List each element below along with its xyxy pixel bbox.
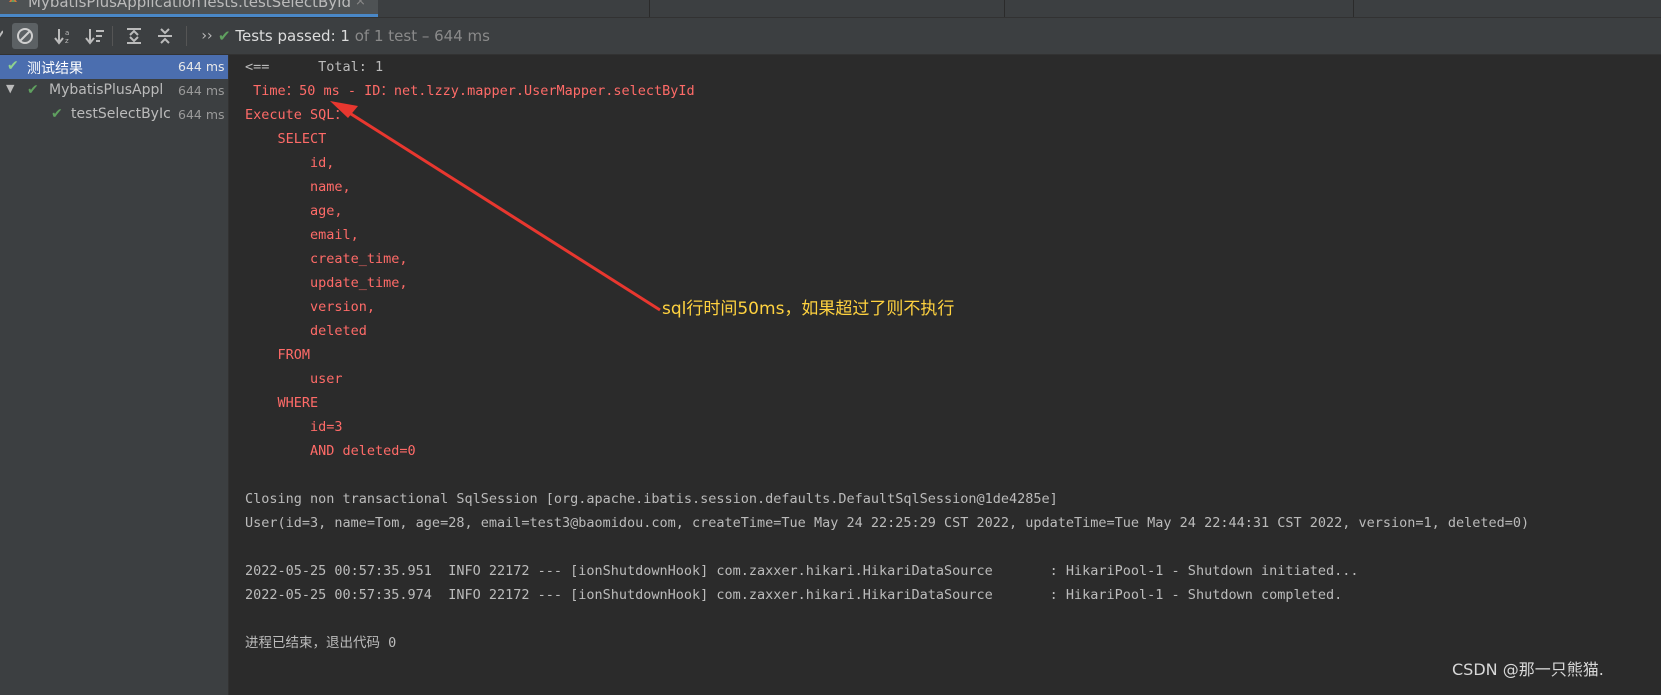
passed-check-icon: ✔	[27, 82, 39, 98]
collapse-all-icon	[158, 28, 172, 44]
console-line: age,	[245, 203, 343, 219]
status-detail: of 1 test – 644 ms	[354, 27, 490, 45]
close-icon[interactable]: ×	[355, 0, 366, 9]
collapse-all-button[interactable]	[152, 23, 178, 49]
tree-item-root[interactable]: ✔ 测试结果 644 ms	[0, 55, 228, 79]
more-actions-button[interactable]: ››	[197, 23, 217, 49]
tab-title: MybatisPlusApplicationTests.testSelectBy…	[28, 0, 352, 11]
passed-check-icon: ✔	[218, 27, 231, 45]
test-status: ✔ Tests passed: 1 of 1 test – 644 ms	[218, 27, 490, 45]
console-line: FROM	[245, 347, 311, 363]
console-line: version,	[245, 299, 376, 315]
console-line: Time：50 ms - ID：net.lzzy.mapper.UserMapp…	[245, 83, 695, 99]
status-count: 1	[340, 27, 350, 45]
console-output[interactable]: <== Total: 1 Time：50 ms - ID：net.lzzy.ma…	[229, 55, 1661, 695]
console-line: 2022-05-25 00:57:35.974 INFO 22172 --- […	[245, 587, 1343, 603]
console-line: deleted	[245, 323, 367, 339]
tree-item-method[interactable]: ✔ testSelectByIc 644 ms	[0, 103, 228, 127]
console-line: Execute SQL：	[245, 107, 348, 123]
console-line: Closing non transactional SqlSession [or…	[245, 491, 1058, 507]
sort-by-duration-button[interactable]	[82, 23, 108, 49]
annotation-text: sql行时间50ms，如果超过了则不执行	[662, 299, 955, 319]
console-line: AND deleted=0	[245, 443, 416, 459]
tab-divider	[1353, 0, 1354, 17]
console-line: name,	[245, 179, 351, 195]
test-runner-toolbar: a z ›› ✔ Tests passed: 1 of 1 test – 644…	[0, 18, 1661, 55]
console-line: id,	[245, 155, 335, 171]
svg-text:a: a	[65, 29, 69, 37]
console-line: SELECT	[245, 131, 327, 147]
check-icon	[0, 30, 3, 38]
console-line: email,	[245, 227, 359, 243]
editor-tab-bar: MybatisPlusApplicationTests.testSelectBy…	[0, 0, 1661, 18]
toolbar-divider	[112, 26, 113, 46]
expand-all-icon	[127, 28, 141, 44]
tree-item-label: MybatisPlusAppl	[49, 82, 164, 98]
show-ignored-button[interactable]	[12, 23, 38, 49]
toggle-passed-button[interactable]	[0, 23, 6, 49]
tab-divider	[1004, 0, 1005, 17]
console-line: 进程已结束，退出代码 0	[245, 635, 397, 651]
console-line: create_time,	[245, 251, 408, 267]
console-line: id=3	[245, 419, 343, 435]
console-line: User(id=3, name=Tom, age=28, email=test3…	[245, 515, 1530, 531]
sort-alpha-icon: a z	[54, 29, 69, 45]
run-config-tab[interactable]: MybatisPlusApplicationTests.testSelectBy…	[0, 0, 378, 17]
expand-all-button[interactable]	[121, 23, 147, 49]
tree-item-time: 644 ms	[178, 107, 225, 122]
sort-alphabetically-button[interactable]: a z	[51, 23, 77, 49]
test-results-tree: ✔ 测试结果 644 ms ▼ ✔ MybatisPlusAppl 644 ms…	[0, 55, 229, 695]
tree-item-class[interactable]: ▼ ✔ MybatisPlusAppl 644 ms	[0, 79, 228, 103]
tree-item-label: testSelectByIc	[71, 106, 171, 122]
status-label: Tests passed:	[235, 27, 336, 45]
watermark: CSDN @那一只熊猫.	[1452, 660, 1604, 679]
tree-item-time: 644 ms	[178, 59, 225, 74]
console-line: 2022-05-25 00:57:35.951 INFO 22172 --- […	[245, 563, 1359, 579]
console-line: <== Total: 1	[245, 59, 384, 75]
tab-divider	[649, 0, 650, 17]
toolbar-divider	[186, 26, 187, 46]
junit-icon	[9, 0, 17, 2]
console-line: WHERE	[245, 395, 319, 411]
passed-check-icon: ✔	[7, 58, 19, 74]
stop-circle-icon	[17, 28, 33, 44]
sort-duration-icon	[85, 29, 104, 45]
console-line: update_time,	[245, 275, 408, 291]
svg-text:z: z	[65, 37, 69, 45]
console-line: user	[245, 371, 343, 387]
passed-check-icon: ✔	[51, 106, 63, 122]
tree-item-label: 测试结果	[27, 61, 83, 77]
chevron-down-icon: ▼	[6, 82, 15, 95]
tree-item-time: 644 ms	[178, 83, 225, 98]
